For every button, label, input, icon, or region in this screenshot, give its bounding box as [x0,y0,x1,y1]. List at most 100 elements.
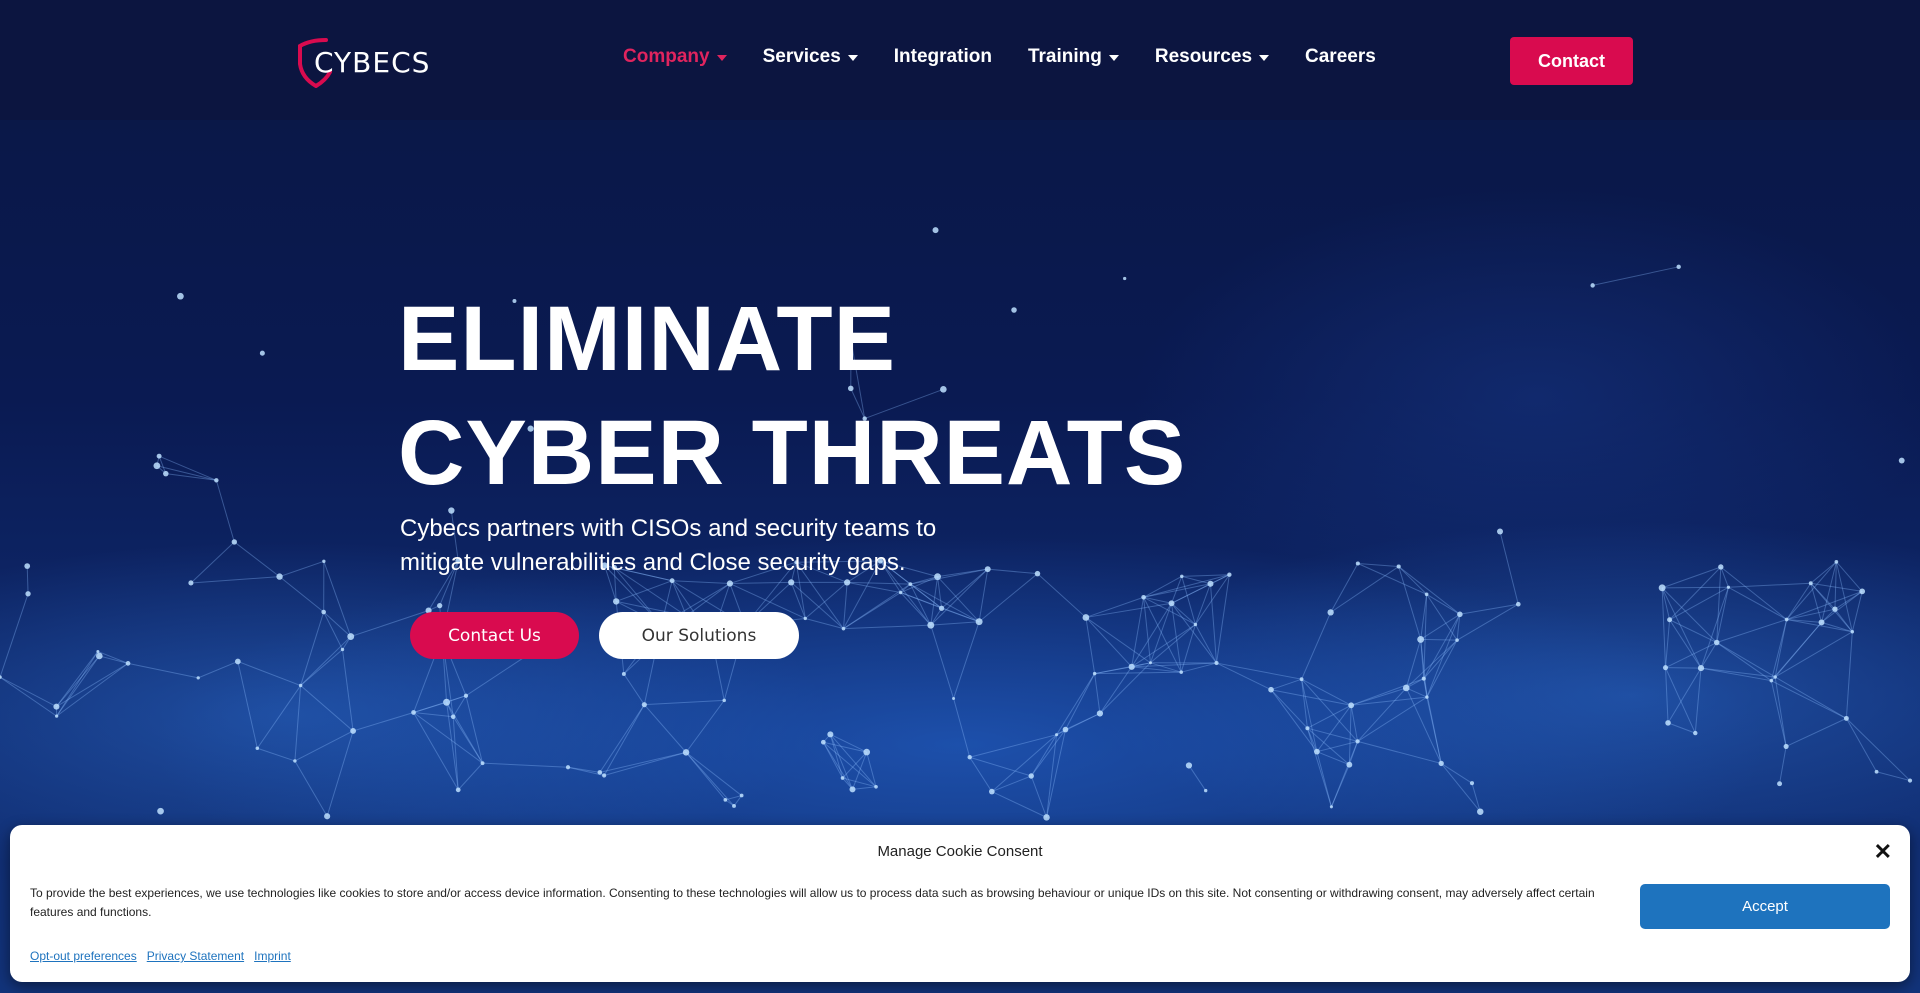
network-line [234,541,280,578]
network-node [844,579,851,586]
network-line [1065,673,1096,730]
nav-label: Training [1027,46,1102,67]
network-node [1355,739,1360,744]
network-line [1667,667,1702,724]
network-line [685,752,726,801]
logo[interactable]: CYBECS [296,36,430,88]
network-line [1181,576,1196,625]
network-node [726,580,734,587]
network-node [1185,762,1193,769]
network-node [1082,614,1090,621]
network-node [1665,720,1671,726]
network-line [1834,561,1837,610]
network-line [294,760,328,817]
network-line [1094,673,1101,714]
network-line [237,661,258,749]
network-node [1421,676,1426,681]
network-line [1188,765,1207,791]
network-line [56,662,129,717]
network-line [257,747,296,762]
contact-us-button[interactable]: Contact Us [410,612,579,659]
network-node [322,559,326,563]
network-line [937,576,943,609]
nav-label: Careers [1305,46,1376,67]
accept-button[interactable]: Accept [1640,884,1890,929]
network-line [56,655,100,707]
network-node [1784,617,1789,622]
nav-label: Integration [893,46,992,67]
network-node [1676,264,1681,270]
nav-item-careers[interactable]: Careers [1305,46,1376,68]
network-line [56,655,100,717]
network-line [1085,596,1144,618]
privacy-statement-link[interactable]: Privacy Statement [147,949,244,963]
network-node [722,698,726,703]
network-line [1330,566,1399,613]
network-line [1330,764,1350,808]
network-node [1180,574,1184,579]
network-line [256,685,302,749]
nav-item-company[interactable]: Company [623,46,727,68]
network-node [602,773,607,778]
network-line [300,649,343,686]
network-line [1143,583,1211,598]
network-line [323,611,343,650]
network-node [1207,580,1214,587]
network-line [413,695,467,713]
network-line [413,711,454,718]
network-line [413,712,459,791]
our-solutions-button[interactable]: Our Solutions [599,612,799,659]
network-line [1065,713,1101,731]
network-node [1355,561,1360,566]
nav-item-training[interactable]: Training [1028,46,1119,68]
network-line [300,685,354,732]
opt-out-preferences-link[interactable]: Opt-out preferences [30,949,137,963]
imprint-link[interactable]: Imprint [254,949,291,963]
network-line [1786,590,1863,620]
network-line [56,651,99,707]
nav-label: Company [623,46,710,67]
network-line [822,741,853,790]
network-node [163,470,169,477]
network-line [1592,266,1679,286]
network-node [723,798,728,802]
network-node [1179,670,1184,674]
contact-button[interactable]: Contact [1510,37,1633,85]
network-line [953,698,971,758]
network-node [1043,814,1050,821]
network-line [852,786,877,790]
network-node [1859,588,1866,595]
network-line [97,651,129,664]
network-line [1426,696,1442,764]
network-node [255,746,260,750]
network-line [969,756,993,792]
nav-item-resources[interactable]: Resources [1155,46,1270,68]
network-line [352,711,414,732]
chevron-down-icon [1259,55,1270,61]
network-line [978,573,1038,623]
network-node [1662,665,1669,671]
network-node [437,602,443,609]
network-line [843,583,911,630]
network-node [1268,686,1274,693]
network-node [732,804,736,808]
network-line [1774,631,1853,678]
close-icon[interactable]: ✕ [1874,839,1892,865]
network-line [1694,668,1702,734]
network-line [1440,763,1473,784]
network-node [932,227,939,234]
network-line [1307,704,1352,729]
cookie-links: Opt-out preferences Privacy Statement Im… [30,949,291,963]
network-node [1214,661,1219,666]
nav-item-integration[interactable]: Integration [894,46,992,68]
network-line [1270,678,1302,691]
network-node [1028,773,1034,779]
chevron-down-icon [1108,55,1119,61]
network-node [898,590,903,595]
network-line [1348,705,1352,765]
nav-item-services[interactable]: Services [763,46,858,68]
network-node [641,702,647,708]
network-node [234,658,241,665]
network-line [190,576,280,584]
network-node [96,652,103,660]
